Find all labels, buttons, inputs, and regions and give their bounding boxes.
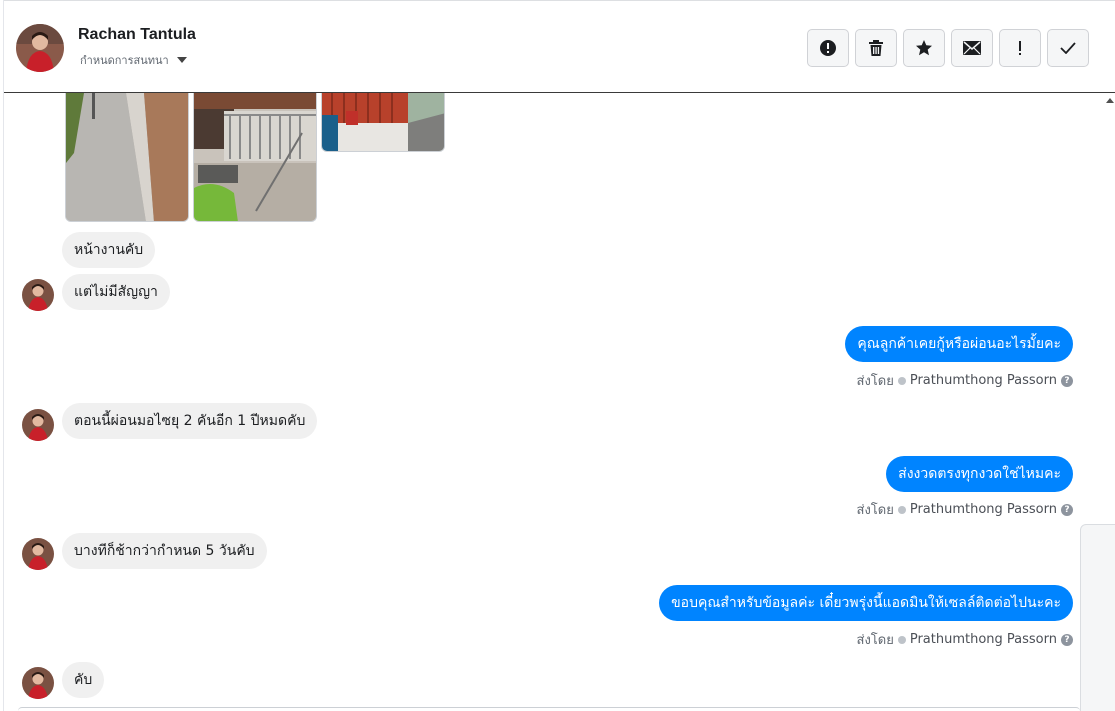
assign-label: กำหนดการสนทนา [80,54,169,67]
alert-button[interactable] [807,29,849,67]
outgoing-message[interactable]: ส่งงวดตรงทุกงวดใช่ไหมคะ [886,456,1073,492]
attached-photo[interactable] [193,93,317,222]
incoming-message[interactable]: หน้างานคับ [62,232,156,268]
delete-button[interactable] [855,29,897,67]
incoming-message[interactable]: คับ [62,662,105,698]
sent-by-line: ส่งโดย Prathumthong Passorn ? [857,499,1073,520]
contact-avatar-small[interactable] [22,409,54,441]
composer-edge [18,707,1080,711]
star-button[interactable] [903,29,945,67]
contact-avatar-small[interactable] [22,538,54,570]
message-text: ตอนนี้ผ่อนมอไซยุ 2 คันอีก 1 ปีหมดคับ [74,413,306,429]
message-text: คุณลูกค้าเคยกู้หรือผ่อนอะไรมั้ยคะ [857,336,1061,352]
contact-avatar-small[interactable] [22,667,54,699]
scroll-up-arrow-icon[interactable] [1106,98,1114,103]
sender-name[interactable]: Prathumthong Passorn [910,632,1057,647]
attached-photo[interactable] [65,93,189,222]
sent-by-label: ส่งโดย [856,503,894,518]
contact-name[interactable]: Rachan Tantula [78,26,196,44]
message-thread[interactable]: หน้างานคับ แต่ไม่มีสัญญา คุณลูกค้าเคยกู้… [4,93,1102,711]
sent-by-label: ส่งโดย [856,374,894,389]
outgoing-message[interactable]: คุณลูกค้าเคยกู้หรือผ่อนอะไรมั้ยคะ [845,326,1073,362]
toolbar [807,29,1089,67]
question-icon[interactable]: ? [1061,374,1073,387]
exclamation-icon [1019,41,1021,55]
envelope-icon [963,41,981,55]
assign-conversation-dropdown[interactable]: กำหนดการสนทนา [80,51,187,69]
trash-icon [869,40,883,56]
collapsed-side-panel[interactable] [1080,524,1115,711]
sent-by-line: ส่งโดย Prathumthong Passorn ? [857,370,1073,391]
checkmark-icon [1060,42,1076,54]
caret-down-icon [176,57,187,63]
outgoing-message[interactable]: ขอบคุณสำหรับข้อมูลค่ะ เดี๋ยวพรุ่งนี้แอดม… [659,585,1073,621]
conversation-header: Rachan Tantula กำหนดการสนทนา [4,0,1115,93]
mark-unread-button[interactable] [951,29,993,67]
spam-button[interactable] [999,29,1041,67]
alert-circle-icon [820,40,836,56]
message-text: หน้างานคับ [74,242,144,258]
page-dot-icon [897,376,906,385]
star-icon [916,40,932,56]
sender-name[interactable]: Prathumthong Passorn [910,373,1057,388]
incoming-message[interactable]: บางทีก็ช้ากว่ากำหนด 5 วันคับ [62,533,267,569]
message-text: คับ [74,672,93,688]
sent-by-label: ส่งโดย [856,633,894,648]
sent-by-line: ส่งโดย Prathumthong Passorn ? [857,629,1073,650]
contact-avatar[interactable] [16,24,64,72]
incoming-message[interactable]: ตอนนี้ผ่อนมอไซยุ 2 คันอีก 1 ปีหมดคับ [62,403,318,439]
sender-name[interactable]: Prathumthong Passorn [910,502,1057,517]
mark-done-button[interactable] [1047,29,1089,67]
message-text: แต่ไม่มีสัญญา [74,284,158,300]
message-text: ขอบคุณสำหรับข้อมูลค่ะ เดี๋ยวพรุ่งนี้แอดม… [671,595,1061,611]
page-dot-icon [897,635,906,644]
incoming-message[interactable]: แต่ไม่มีสัญญา [62,274,170,310]
attached-photo[interactable] [321,93,445,152]
page-dot-icon [897,505,906,514]
question-icon[interactable]: ? [1061,503,1073,516]
message-text: ส่งงวดตรงทุกงวดใช่ไหมคะ [898,466,1061,482]
message-text: บางทีก็ช้ากว่ากำหนด 5 วันคับ [74,543,255,559]
contact-avatar-small[interactable] [22,279,54,311]
question-icon[interactable]: ? [1061,633,1073,646]
